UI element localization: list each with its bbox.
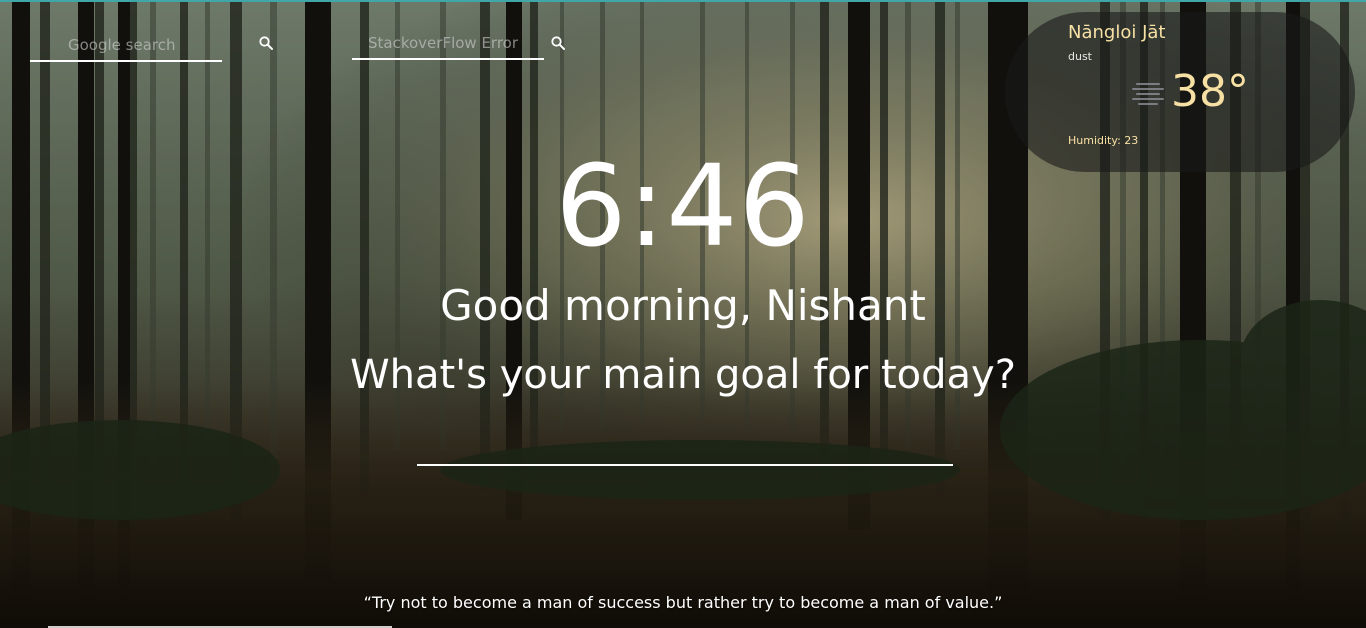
google-search-input[interactable] (30, 30, 222, 62)
weather-city: Nāngloi Jāt (1068, 22, 1166, 43)
search-icon[interactable] (258, 35, 274, 51)
goal-question: What's your main goal for today? (350, 352, 1016, 398)
haze-icon (1131, 80, 1165, 106)
search-icon[interactable] (550, 35, 566, 51)
weather-condition: dust (1068, 50, 1092, 63)
new-tab-dashboard: Nāngloi Jāt dust 38° Humidity: 23 6:46 G… (0, 0, 1366, 628)
weather-temperature: 38° (1171, 66, 1249, 117)
stackoverflow-search-input[interactable] (352, 28, 544, 60)
clock-time: 6:46 (555, 142, 811, 272)
quote-text: “Try not to become a man of success but … (363, 593, 1003, 612)
top-accent-bar (0, 0, 1366, 2)
greeting-text: Good morning, Nishant (440, 281, 926, 330)
main-goal-input[interactable] (417, 418, 953, 466)
